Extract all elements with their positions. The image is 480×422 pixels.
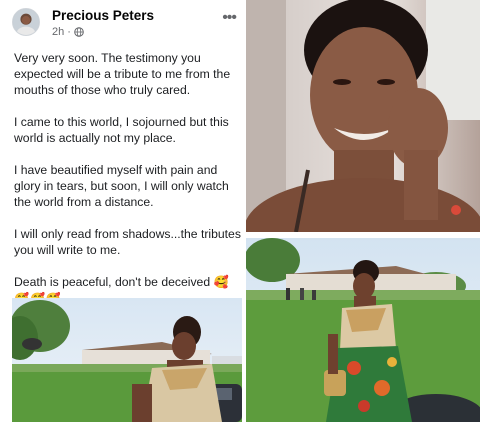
- post-photo-outdoor[interactable]: [12, 298, 242, 422]
- more-options-icon[interactable]: •••: [222, 10, 237, 26]
- photo-selfie[interactable]: [246, 0, 480, 232]
- post-paragraph: I have beautified myself with pain and g…: [14, 163, 229, 209]
- profile-avatar[interactable]: [12, 8, 40, 36]
- author-name[interactable]: Precious Peters: [52, 8, 154, 23]
- photo-outdoor-dress[interactable]: [246, 238, 480, 422]
- post-paragraph: Death is peaceful, don't be deceived 🥰: [14, 275, 229, 289]
- post-header: Precious Peters 2h · •••: [12, 6, 238, 38]
- globe-icon: [74, 27, 84, 37]
- post-paragraph: Very very soon. The testimony you expect…: [14, 51, 231, 97]
- post-paragraph: I will only read from shadows...the trib…: [14, 227, 241, 257]
- post-paragraph: I came to this world, I sojourned but th…: [14, 115, 229, 145]
- post-time[interactable]: 2h: [52, 26, 64, 38]
- post-meta: 2h ·: [52, 26, 84, 38]
- facebook-post: Precious Peters 2h · ••• Very very soon.…: [0, 0, 243, 422]
- post-body: Very very soon. The testimony you expect…: [14, 50, 242, 306]
